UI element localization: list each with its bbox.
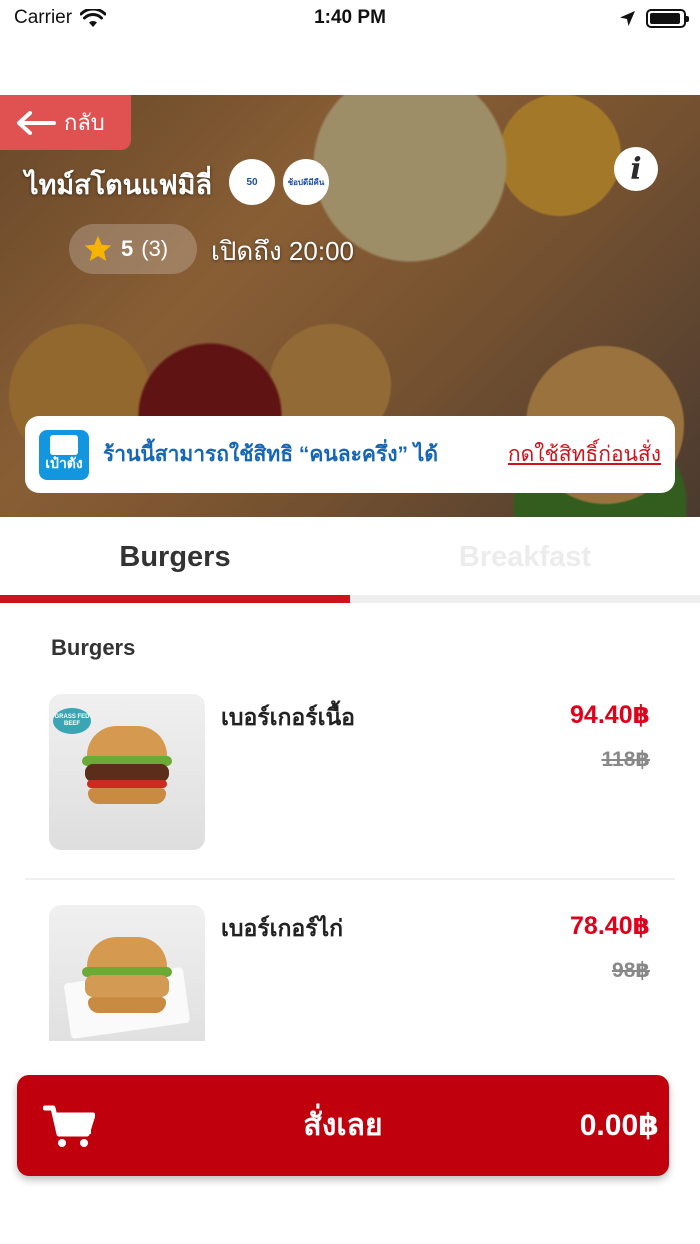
burger-bun-top bbox=[87, 937, 167, 971]
back-label: กลับ bbox=[64, 110, 105, 135]
carrier-info: Carrier bbox=[14, 7, 107, 29]
tab-track bbox=[0, 595, 700, 603]
menu-item[interactable]: เบอร์เกอร์ไก่ 78.40฿ 98฿ bbox=[0, 904, 700, 1041]
category-tabs: Burgers Breakfast bbox=[0, 517, 700, 603]
item-name: เบอร์เกอร์เนื้อ bbox=[221, 704, 355, 730]
order-button[interactable]: สั่งเลย 0.00฿ bbox=[17, 1075, 669, 1176]
paotang-logo-icon: เป๋าตัง bbox=[39, 429, 89, 480]
order-label: สั่งเลย bbox=[303, 1109, 383, 1142]
burger-bun-top bbox=[87, 726, 167, 760]
item-original-price: 98฿ bbox=[612, 959, 650, 982]
half-half-badge: 50 bbox=[229, 159, 275, 205]
rating-count: (3) bbox=[141, 236, 169, 261]
promo-text: ร้านนี้สามารถใช้สิทธิ “คนละครึ่ง” ได้ bbox=[103, 443, 439, 466]
battery-icon bbox=[646, 8, 689, 28]
wifi-icon bbox=[80, 8, 107, 27]
grass-fed-text: GRASS FED BEEF bbox=[54, 714, 90, 727]
tab-burgers[interactable]: Burgers bbox=[0, 517, 350, 603]
tab-breakfast[interactable]: Breakfast bbox=[350, 517, 700, 603]
carrier-label: Carrier bbox=[14, 7, 73, 28]
burger-bun-bottom bbox=[88, 788, 166, 804]
burger-bun-bottom bbox=[88, 997, 166, 1013]
cart-icon bbox=[43, 1105, 95, 1147]
back-button[interactable]: กลับ bbox=[0, 95, 131, 150]
item-name: เบอร์เกอร์ไก่ bbox=[221, 915, 344, 941]
rating-score: 5 bbox=[121, 236, 134, 261]
shop-name: ไทม์สโตนแฟมิลี่ bbox=[25, 170, 213, 200]
item-price: 78.40฿ bbox=[570, 912, 650, 940]
status-indicators bbox=[619, 8, 689, 28]
grass-fed-badge: GRASS FED BEEF bbox=[53, 708, 91, 734]
item-price: 94.40฿ bbox=[570, 701, 650, 729]
location-icon bbox=[620, 10, 635, 26]
status-bar: Carrier 1:40 PM bbox=[0, 0, 700, 36]
star-icon bbox=[84, 235, 112, 261]
burger-tomato bbox=[87, 780, 167, 788]
menu-item[interactable]: GRASS FED BEEF เบอร์เกอร์เนื้อ 94.40฿ 11… bbox=[0, 693, 700, 853]
tab-indicator bbox=[0, 595, 350, 603]
item-image: GRASS FED BEEF bbox=[49, 694, 205, 850]
battery-level bbox=[650, 12, 681, 24]
shop-badge-text: ช้อปดีมีคืน bbox=[287, 177, 325, 187]
item-original-price: 118฿ bbox=[601, 748, 651, 771]
shop-badge: ช้อปดีมีคืน bbox=[283, 159, 329, 205]
half-half-promo: เป๋าตัง ร้านนี้สามารถใช้สิทธิ “คนละครึ่ง… bbox=[25, 416, 675, 493]
section-title: Burgers bbox=[51, 635, 136, 660]
divider bbox=[25, 878, 675, 880]
open-hours: เปิดถึง 20:00 bbox=[211, 236, 354, 266]
arrow-left-icon bbox=[17, 110, 56, 135]
shop-hero: กลับ ไทม์สโตนแฟมิลี่ 50 ช้อปดีมีคืน i 5 … bbox=[0, 95, 700, 517]
promo-link[interactable]: กดใช้สิทธิ์ก่อนสั่ง bbox=[508, 438, 661, 471]
order-total: 0.00฿ bbox=[579, 1109, 659, 1142]
info-icon[interactable]: i bbox=[614, 147, 658, 191]
half-half-badge-text: 50 bbox=[246, 176, 258, 188]
rating-pill: 5 (3) bbox=[69, 224, 197, 274]
burger-patty bbox=[85, 975, 169, 997]
item-image bbox=[49, 905, 205, 1041]
paotang-logo-text: เป๋าตัง bbox=[45, 454, 83, 471]
